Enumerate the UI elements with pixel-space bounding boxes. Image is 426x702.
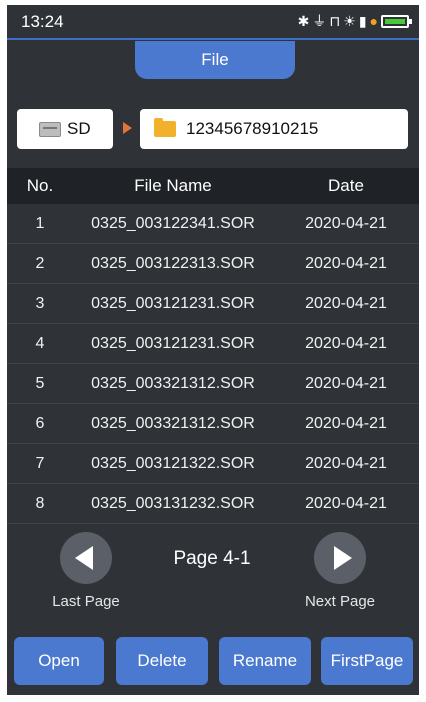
row-no: 6: [35, 414, 45, 432]
rename-button[interactable]: Rename: [219, 637, 311, 685]
file-tab[interactable]: File: [135, 41, 295, 79]
table-header: No. File Name Date: [7, 168, 419, 204]
open-button[interactable]: Open: [14, 637, 104, 685]
last-page-button[interactable]: [60, 532, 112, 584]
row-no: 8: [35, 494, 45, 512]
battery-icon: [381, 14, 412, 28]
table-row[interactable]: 5 0325_003321312.SOR 2020-04-21: [7, 364, 419, 404]
folder-icon: [154, 118, 176, 137]
file-table: No. File Name Date 1 0325_003122341.SOR …: [7, 168, 419, 524]
row-date: 2020-04-21: [305, 494, 387, 512]
drive-selector[interactable]: SD: [17, 109, 113, 149]
row-date: 2020-04-21: [305, 334, 387, 352]
table-row[interactable]: 3 0325_003121231.SOR 2020-04-21: [7, 284, 419, 324]
row-no: 1: [35, 214, 45, 232]
hard-drive-icon: [39, 121, 61, 137]
row-file-name: 0325_003121231.SOR: [91, 294, 255, 312]
usb-icon: ⏚: [312, 13, 327, 29]
first-page-button[interactable]: FirstPage: [321, 637, 413, 685]
table-row[interactable]: 2 0325_003122313.SOR 2020-04-21: [7, 244, 419, 284]
row-date: 2020-04-21: [305, 294, 387, 312]
bluetooth-icon: ✱: [297, 13, 310, 29]
row-no: 5: [35, 374, 45, 392]
row-file-name: 0325_003131232.SOR: [91, 494, 255, 512]
last-page-label: Last Page: [52, 593, 120, 610]
row-no: 2: [35, 254, 45, 272]
column-file-name: File Name: [134, 176, 212, 195]
row-date: 2020-04-21: [305, 414, 387, 432]
row-date: 2020-04-21: [305, 214, 387, 232]
table-row[interactable]: 4 0325_003121231.SOR 2020-04-21: [7, 324, 419, 364]
row-file-name: 0325_003121322.SOR: [91, 454, 255, 472]
row-file-name: 0325_003321312.SOR: [91, 414, 255, 432]
column-no: No.: [26, 176, 54, 195]
status-time: 13:24: [21, 12, 64, 31]
row-file-name: 0325_003321312.SOR: [91, 374, 255, 392]
status-icons: ✱ ⏚ ⊓ ☀ ▮ ●: [297, 11, 412, 31]
header-divider: [7, 38, 419, 40]
table-row[interactable]: 8 0325_003131232.SOR 2020-04-21: [7, 484, 419, 524]
row-no: 4: [35, 334, 45, 352]
table-row[interactable]: 1 0325_003122341.SOR 2020-04-21: [7, 204, 419, 244]
row-date: 2020-04-21: [305, 374, 387, 392]
arrow-left-icon: [75, 546, 93, 570]
row-no: 7: [35, 454, 45, 472]
row-date: 2020-04-21: [305, 254, 387, 272]
sdcard-icon: ▮: [358, 13, 367, 29]
row-date: 2020-04-21: [305, 454, 387, 472]
next-page-label: Next Page: [304, 593, 376, 610]
column-date: Date: [328, 176, 364, 195]
status-bar: 13:24 ✱ ⏚ ⊓ ☀ ▮ ●: [7, 5, 419, 37]
arrow-right-icon: [334, 546, 352, 570]
folder-name: 12345678910215: [186, 119, 319, 138]
row-no: 3: [35, 294, 45, 312]
file-manager-screen: 13:24 ✱ ⏚ ⊓ ☀ ▮ ● File SD 12345678910215…: [7, 5, 419, 695]
table-row[interactable]: 7 0325_003121322.SOR 2020-04-21: [7, 444, 419, 484]
page-indicator: Page 4-1: [173, 548, 251, 569]
next-page-button[interactable]: [314, 532, 366, 584]
path-arrow-icon: [123, 122, 132, 134]
sun-icon: ☀: [343, 13, 356, 29]
drive-label: SD: [67, 119, 91, 138]
row-file-name: 0325_003121231.SOR: [91, 334, 255, 352]
row-file-name: 0325_003122313.SOR: [91, 254, 255, 272]
plug-icon: ⊓: [329, 13, 341, 29]
folder-path[interactable]: 12345678910215: [140, 109, 408, 149]
table-row[interactable]: 6 0325_003321312.SOR 2020-04-21: [7, 404, 419, 444]
charging-icon: ●: [369, 13, 378, 29]
row-file-name: 0325_003122341.SOR: [91, 214, 255, 232]
delete-button[interactable]: Delete: [116, 637, 208, 685]
